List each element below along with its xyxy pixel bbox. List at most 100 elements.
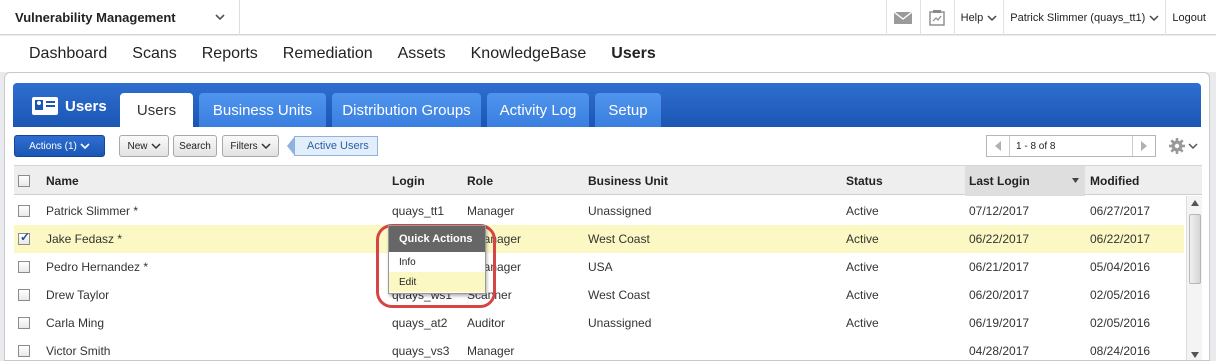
cell-modified: 06/22/2017: [1090, 232, 1151, 246]
col-role[interactable]: Role: [467, 166, 493, 196]
users-panel: Users Users Business Units Distribution …: [4, 72, 1210, 361]
vertical-scrollbar[interactable]: [1186, 196, 1202, 360]
nav-assets[interactable]: Assets: [398, 45, 446, 63]
cell-last-login: 06/22/2017: [969, 232, 1030, 246]
tab-setup[interactable]: Setup: [595, 93, 661, 127]
module-tab-bar: Users Users Business Units Distribution …: [13, 83, 1201, 127]
quick-action-edit[interactable]: Edit: [389, 272, 485, 292]
chevron-down-icon: [215, 14, 225, 21]
select-all-checkbox[interactable]: [18, 175, 30, 187]
gear-icon: [1169, 138, 1185, 154]
cell-login: quays_at2: [392, 316, 448, 330]
chevron-down-icon: [987, 14, 997, 21]
toolbar: Actions (1) New Search Filters Active Us…: [14, 135, 1202, 157]
col-last-login[interactable]: Last Login: [965, 166, 1085, 196]
sort-desc-icon: [1072, 178, 1079, 183]
app-title: Vulnerability Management: [15, 10, 176, 25]
user-card-icon: [32, 97, 58, 115]
table-row[interactable]: Drew Taylor quays_ws1 Scanner West Coast…: [14, 281, 1184, 309]
cell-name[interactable]: Patrick Slimmer *: [46, 197, 138, 225]
chevron-down-icon: [1149, 14, 1159, 21]
col-login[interactable]: Login: [392, 166, 425, 196]
settings-menu[interactable]: [1168, 137, 1198, 155]
cell-business-unit: Unassigned: [588, 316, 652, 330]
nav-knowledgebase[interactable]: KnowledgeBase: [471, 45, 587, 63]
row-checkbox[interactable]: [18, 205, 30, 217]
cell-name[interactable]: Victor Smith: [46, 337, 110, 360]
user-menu[interactable]: Patrick Slimmer (quays_tt1): [1003, 0, 1165, 35]
arrow-right-icon: [1141, 141, 1147, 151]
nav-users[interactable]: Users: [611, 45, 655, 63]
cell-last-login: 07/12/2017: [969, 204, 1030, 218]
table-row[interactable]: Pedro Hernandez * t Manager USA Active 0…: [14, 253, 1184, 281]
mail-icon[interactable]: [885, 0, 920, 35]
col-modified[interactable]: Modified: [1090, 166, 1139, 196]
row-checkbox[interactable]: [18, 261, 30, 273]
nav-scans[interactable]: Scans: [132, 45, 176, 63]
cell-name[interactable]: Carla Ming: [46, 309, 104, 337]
scroll-thumb[interactable]: [1189, 214, 1201, 284]
active-filter-tag[interactable]: Active Users: [287, 136, 378, 156]
tab-activity-log[interactable]: Activity Log: [487, 93, 589, 127]
logout-link[interactable]: Logout: [1165, 0, 1216, 35]
filter-tag-label: Active Users: [307, 140, 369, 152]
col-business-unit[interactable]: Business Unit: [588, 166, 668, 196]
col-status[interactable]: Status: [846, 166, 883, 196]
filters-label: Filters: [230, 140, 258, 152]
cell-business-unit: USA: [588, 260, 613, 274]
users-table: Name Login Role Business Unit Status Las…: [14, 165, 1202, 360]
nav-reports[interactable]: Reports: [202, 45, 258, 63]
logout-label: Logout: [1172, 11, 1206, 24]
search-button[interactable]: Search: [173, 135, 217, 157]
module-title: Users: [31, 96, 107, 116]
user-label: Patrick Slimmer (quays_tt1): [1010, 11, 1146, 24]
scroll-down-icon[interactable]: [1191, 352, 1199, 358]
cell-business-unit: Unassigned: [588, 204, 652, 218]
filters-button[interactable]: Filters: [222, 135, 279, 157]
quick-actions-menu: Quick Actions Info Edit: [388, 225, 486, 294]
reports-icon[interactable]: [919, 0, 954, 35]
cell-login: quays_vs3: [392, 344, 450, 358]
top-bar: Vulnerability Management Help Patrick Sl…: [0, 0, 1216, 35]
tab-business-units[interactable]: Business Units: [199, 93, 326, 127]
actions-label: Actions (1): [29, 140, 77, 152]
cell-last-login: 06/19/2017: [969, 316, 1030, 330]
row-checkbox[interactable]: [18, 289, 30, 301]
table-header: Name Login Role Business Unit Status Las…: [14, 165, 1202, 196]
help-menu[interactable]: Help: [953, 0, 1004, 35]
nav-dashboard[interactable]: Dashboard: [29, 45, 107, 63]
next-page-button[interactable]: [1133, 136, 1155, 156]
row-checkbox[interactable]: [18, 317, 30, 329]
table-row[interactable]: Jake Fedasz * t Manager West Coast Activ…: [14, 225, 1184, 253]
arrow-left-icon: [995, 141, 1001, 151]
tab-users[interactable]: Users: [120, 93, 193, 127]
cell-role: Manager: [467, 344, 515, 358]
cell-last-login: 06/20/2017: [969, 288, 1030, 302]
cell-business-unit: West Coast: [588, 288, 650, 302]
cell-name[interactable]: Jake Fedasz *: [46, 225, 122, 253]
chevron-down-icon: [80, 143, 90, 150]
nav-remediation[interactable]: Remediation: [283, 45, 373, 63]
col-name[interactable]: Name: [46, 166, 79, 196]
table-row[interactable]: Carla Ming quays_at2 Auditor Unassigned …: [14, 309, 1184, 337]
help-label: Help: [960, 11, 984, 24]
row-checkbox[interactable]: [18, 345, 30, 357]
cell-name[interactable]: Drew Taylor: [46, 281, 109, 309]
table-row[interactable]: Victor Smith quays_vs3 Manager 04/28/201…: [14, 337, 1184, 360]
chevron-down-icon: [261, 143, 271, 150]
cell-status: Active: [846, 288, 879, 302]
search-label: Search: [179, 140, 211, 152]
scroll-up-icon[interactable]: [1191, 200, 1199, 206]
new-button[interactable]: New: [119, 135, 169, 157]
prev-page-button[interactable]: [987, 136, 1009, 156]
row-checkbox[interactable]: [18, 230, 30, 245]
quick-action-info[interactable]: Info: [389, 252, 485, 272]
table-row[interactable]: Patrick Slimmer * quays_tt1 Manager Unas…: [14, 197, 1184, 225]
cell-name[interactable]: Pedro Hernandez *: [46, 253, 148, 281]
app-switcher[interactable]: Vulnerability Management: [0, 0, 240, 35]
tab-distribution-groups[interactable]: Distribution Groups: [332, 93, 481, 127]
cell-role: Auditor: [467, 316, 506, 330]
cell-modified: 06/27/2017: [1090, 204, 1151, 218]
main-nav: Dashboard Scans Reports Remediation Asse…: [0, 36, 1216, 72]
actions-button[interactable]: Actions (1): [14, 135, 105, 157]
